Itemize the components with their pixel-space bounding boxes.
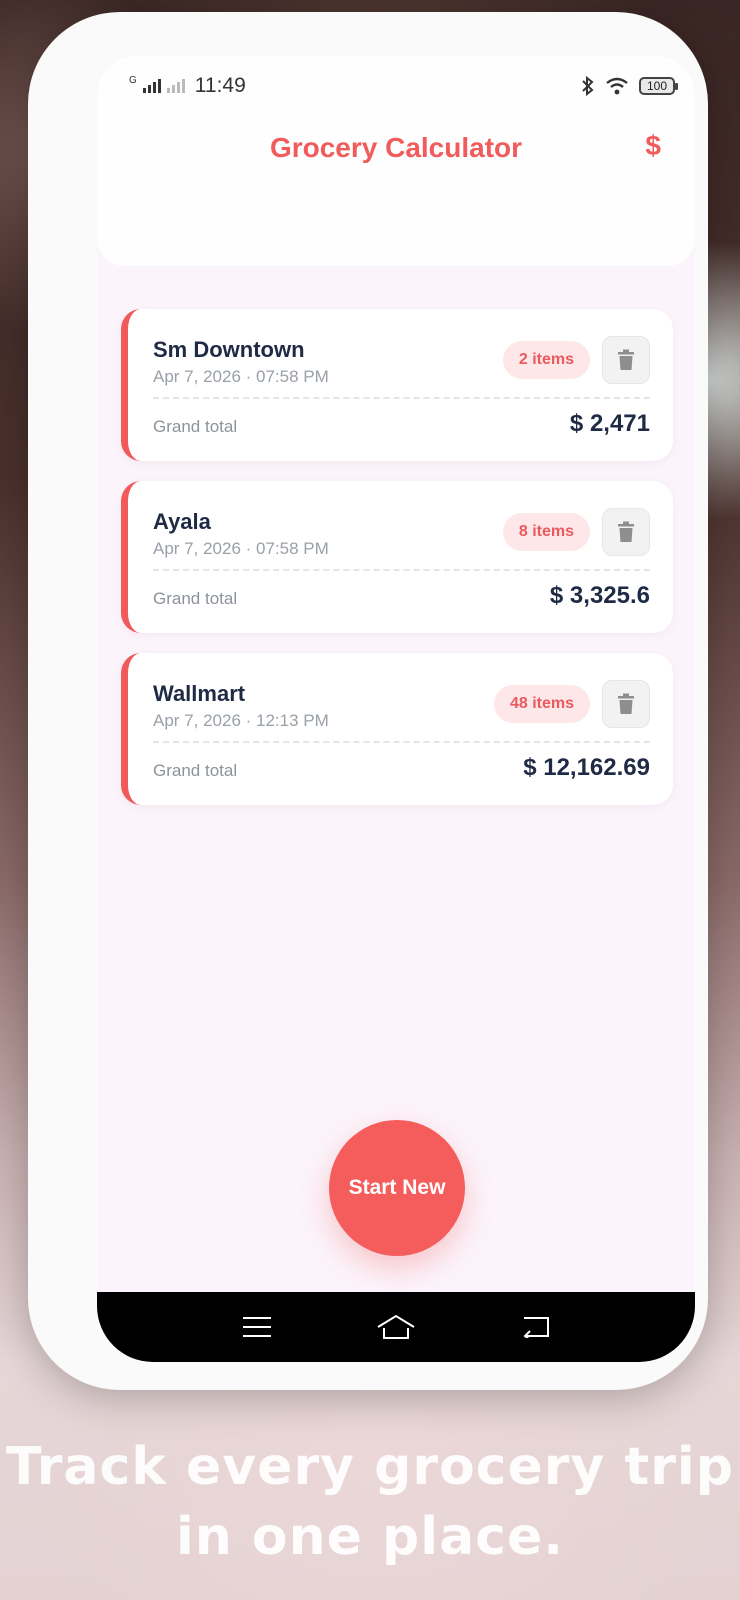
grand-total: $ 2,471 (569, 410, 650, 437)
trash-icon (618, 693, 634, 714)
currency-button[interactable]: $ (645, 130, 661, 162)
signal-icon (142, 79, 161, 93)
trip-card[interactable]: Sm Downtown Apr 7, 2026 · 07:58 PM 2 ite… (121, 309, 673, 461)
trip-name: Ayala (153, 509, 211, 534)
trash-icon (618, 521, 634, 542)
status-right: 100 (581, 76, 678, 96)
trip-name: Wallmart (153, 681, 246, 706)
status-time: 11:49 (194, 74, 246, 97)
delete-button[interactable] (602, 336, 650, 384)
app-screen: G 11:49 100 Grocery Calculator $ Sm Down… (97, 56, 695, 1362)
wifi-icon (606, 77, 628, 95)
start-new-button[interactable]: Start New (329, 1120, 465, 1256)
battery-level: 100 (646, 79, 668, 93)
delete-button[interactable] (602, 680, 650, 728)
divider (153, 397, 650, 399)
phone-frame: G 11:49 100 Grocery Calculator $ Sm Down… (28, 12, 708, 1390)
network-type: G (129, 74, 137, 86)
page-title: Grocery Calculator (269, 132, 523, 163)
delete-button[interactable] (602, 508, 650, 556)
trash-icon (618, 349, 634, 370)
status-bar: G 11:49 100 (97, 56, 695, 118)
battery-icon: 100 (639, 77, 678, 95)
home-icon (377, 1314, 415, 1339)
menu-icon (242, 1317, 271, 1337)
grand-total: $ 12,162.69 (523, 754, 650, 781)
system-nav-bar (97, 1292, 695, 1362)
item-count-badge: 2 items (502, 341, 590, 379)
trip-date: Apr 7, 2026 · 12:13 PM (153, 711, 329, 730)
trip-name: Sm Downtown (153, 337, 305, 362)
status-left: G 11:49 (129, 74, 246, 98)
caption-line-1: Track every grocery trip (6, 1437, 734, 1497)
signal-2-icon (166, 79, 185, 93)
caption-line-2: in one place. (175, 1507, 565, 1567)
trip-card[interactable]: Ayala Apr 7, 2026 · 07:58 PM 8 items Gra… (121, 481, 673, 633)
trip-list: Sm Downtown Apr 7, 2026 · 07:58 PM 2 ite… (121, 309, 673, 825)
item-count-badge: 48 items (493, 685, 590, 723)
promo-caption: Track every grocery trip in one place. (0, 1432, 740, 1572)
trip-date: Apr 7, 2026 · 07:58 PM (153, 539, 329, 558)
home-button[interactable] (366, 1302, 426, 1352)
bluetooth-icon (582, 76, 594, 96)
divider (153, 569, 650, 571)
back-icon (523, 1317, 550, 1338)
menu-button[interactable] (227, 1302, 287, 1352)
trip-date: Apr 7, 2026 · 07:58 PM (153, 367, 329, 386)
back-button[interactable] (505, 1302, 565, 1352)
item-count-badge: 8 items (502, 513, 590, 551)
total-label: Grand total (153, 417, 238, 436)
trip-card[interactable]: Wallmart Apr 7, 2026 · 12:13 PM 48 items… (121, 653, 673, 805)
total-label: Grand total (153, 761, 238, 780)
divider (153, 741, 650, 743)
grand-total: $ 3,325.6 (549, 582, 650, 609)
total-label: Grand total (153, 589, 238, 608)
